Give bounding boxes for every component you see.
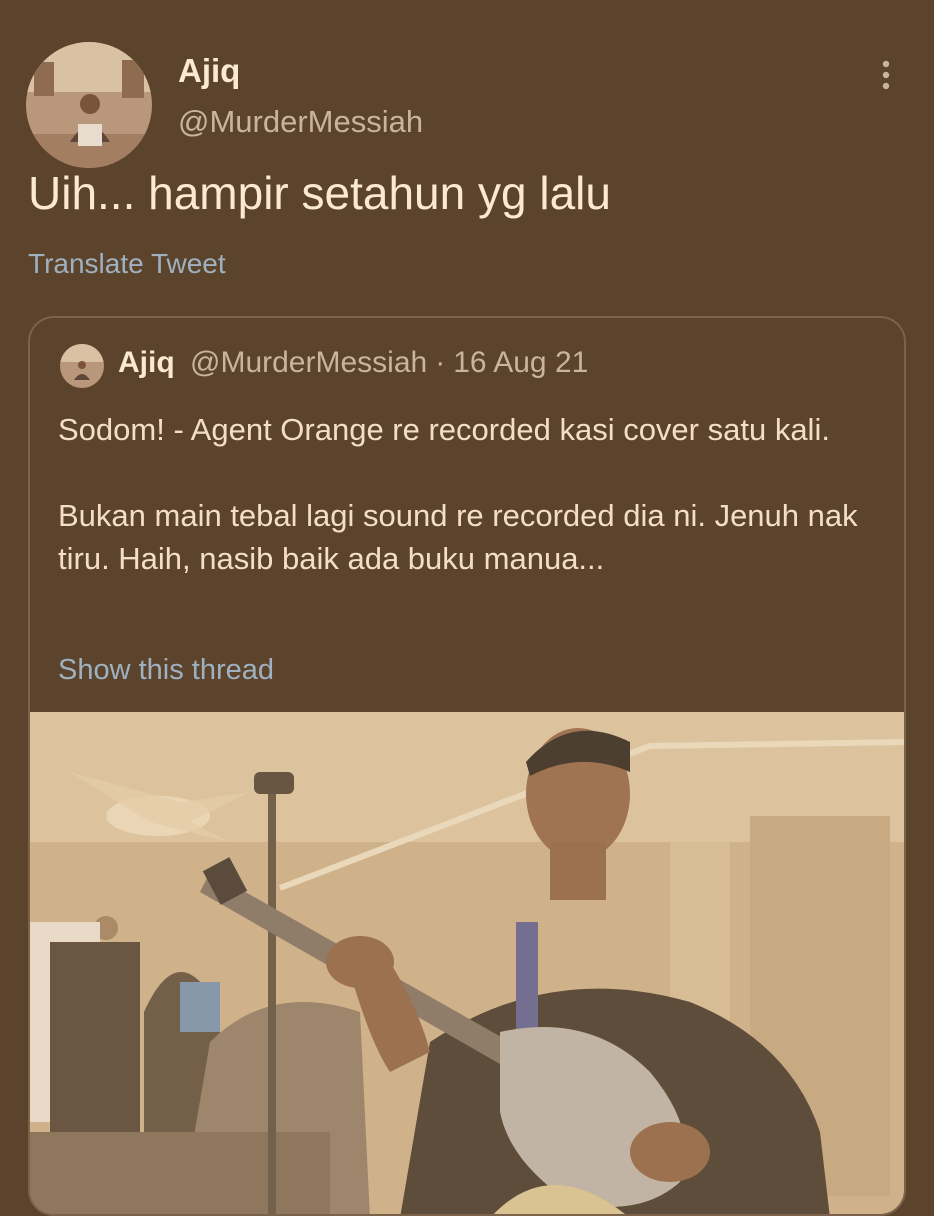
- quoted-author-avatar[interactable]: [60, 344, 104, 388]
- meta-separator: ·: [435, 346, 446, 379]
- quoted-author-meta: @MurderMessiah · 16 Aug 21: [190, 346, 588, 380]
- quoted-tweet-card[interactable]: Ajiq @MurderMessiah · 16 Aug 21 Sodom! - A…: [28, 316, 906, 1216]
- author-name[interactable]: Ajiq: [178, 52, 240, 90]
- quoted-author-handle[interactable]: @MurderMessiah: [190, 346, 427, 379]
- tweet: Ajiq @MurderMessiah Uih... hampir setahu…: [0, 0, 934, 1216]
- more-vertical-icon[interactable]: [868, 56, 904, 96]
- author-handle[interactable]: @MurderMessiah: [178, 104, 423, 140]
- author-avatar[interactable]: [26, 42, 152, 168]
- quoted-text-paragraph-1: Sodom! - Agent Orange re recorded kasi c…: [58, 412, 830, 447]
- quoted-text: Sodom! - Agent Orange re recorded kasi c…: [58, 408, 888, 580]
- quoted-media-image[interactable]: [30, 712, 904, 1214]
- translate-tweet-link[interactable]: Translate Tweet: [28, 248, 226, 280]
- quoted-date[interactable]: 16 Aug 21: [453, 346, 588, 379]
- quoted-author-name[interactable]: Ajiq: [118, 346, 175, 380]
- tweet-text: Uih... hampir setahun yg lalu: [28, 167, 611, 219]
- quoted-text-paragraph-2: Bukan main tebal lagi sound re recorded …: [58, 498, 858, 576]
- show-thread-link[interactable]: Show this thread: [58, 654, 274, 687]
